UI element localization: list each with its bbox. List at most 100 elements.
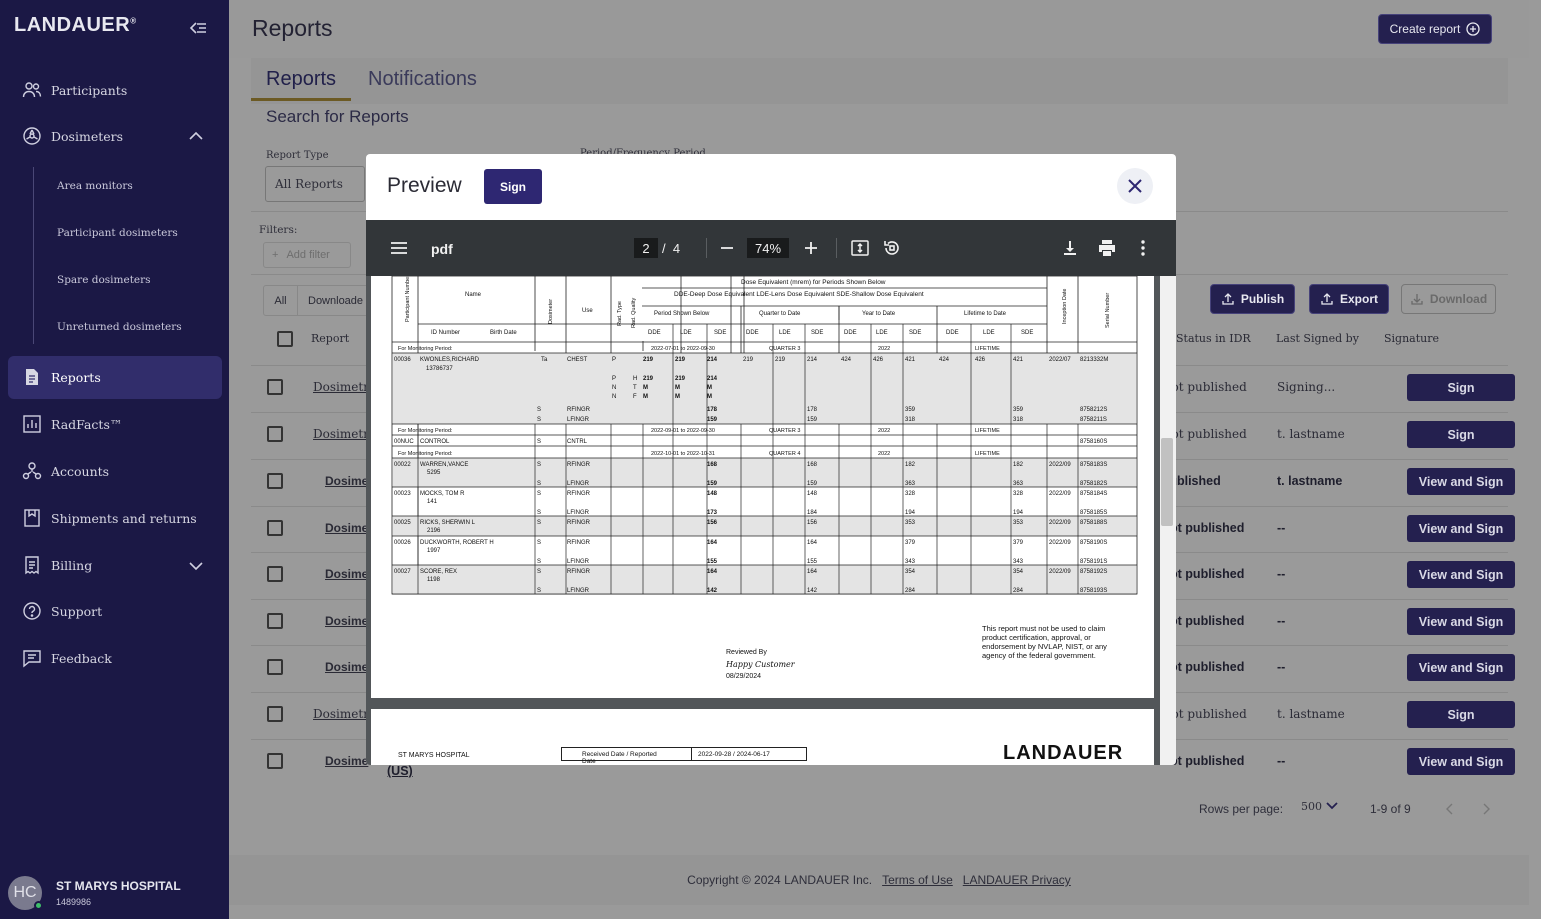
svg-text:S: S: [537, 481, 541, 487]
previous-page-icon[interactable]: [1445, 803, 1455, 815]
doc-dosimeter-type: S: [537, 520, 541, 526]
nav-reports[interactable]: Reports: [22, 367, 101, 387]
report-link[interactable]: Dosime: [325, 614, 368, 628]
user-account[interactable]: HC ST MARYS HOSPITAL 1489986: [8, 876, 181, 910]
select-all-checkbox[interactable]: [277, 331, 293, 347]
row-checkbox[interactable]: [267, 520, 283, 536]
nav-participants[interactable]: Participants: [22, 80, 127, 100]
report-link[interactable]: Dosime: [325, 754, 368, 768]
doc-cell: Participant Number: [405, 276, 411, 322]
next-page-icon[interactable]: [1481, 803, 1491, 815]
terms-link[interactable]: Terms of Use: [882, 873, 953, 887]
chevron-up-icon[interactable]: [188, 128, 204, 144]
svg-text:M: M: [707, 394, 712, 400]
view-and-sign-button[interactable]: View and Sign: [1407, 748, 1515, 775]
doc-cell: 8758188S: [1080, 520, 1107, 526]
svg-text:159: 159: [707, 481, 718, 487]
col-signature[interactable]: Signature: [1384, 332, 1439, 345]
sign-button[interactable]: Sign: [1407, 701, 1515, 728]
report-link[interactable]: Dosime: [325, 474, 368, 488]
nav-support[interactable]: Support: [22, 601, 102, 621]
svg-text:219: 219: [675, 376, 686, 382]
accounts-icon: [22, 462, 42, 480]
nav-participant-dosimeters[interactable]: Participant dosimeters: [57, 227, 178, 239]
nav-accounts[interactable]: Accounts: [22, 461, 109, 481]
svg-text:379: 379: [905, 540, 916, 546]
rotate-icon[interactable]: [882, 238, 902, 258]
report-link[interactable]: Dosime: [325, 660, 368, 674]
row-checkbox[interactable]: [267, 706, 283, 722]
svg-text:159: 159: [707, 417, 718, 423]
report-link[interactable]: Dosime: [325, 567, 368, 581]
nav-unreturned-dosimeters[interactable]: Unreturned dosimeters: [57, 321, 182, 333]
col-last-signed[interactable]: Last Signed by: [1276, 332, 1359, 345]
report-link[interactable]: Dosime: [325, 521, 368, 535]
view-and-sign-button[interactable]: View and Sign: [1407, 468, 1515, 495]
view-and-sign-button[interactable]: View and Sign: [1407, 515, 1515, 542]
doc-cell: DUCKWORTH, ROBERT H: [420, 540, 494, 546]
tab-notifications[interactable]: Notifications: [368, 68, 477, 91]
print-icon[interactable]: [1097, 238, 1117, 258]
pdf-scrollbar-thumb[interactable]: [1161, 438, 1173, 526]
more-options-icon[interactable]: [1133, 238, 1153, 258]
zoom-in-icon[interactable]: [801, 238, 821, 258]
report-type-select[interactable]: All Reports: [265, 166, 365, 202]
download-icon[interactable]: [1060, 238, 1080, 258]
row-checkbox[interactable]: [267, 659, 283, 675]
download-button[interactable]: Download: [1401, 284, 1496, 314]
row-checkbox[interactable]: [267, 426, 283, 442]
row-checkbox[interactable]: [267, 473, 283, 489]
doc-cell: 148 184: [807, 491, 818, 516]
segment-downloaded[interactable]: Downloade: [298, 286, 363, 315]
row-checkbox[interactable]: [267, 613, 283, 629]
doc-cell: 00022: [394, 462, 411, 468]
chevron-down-icon[interactable]: [188, 558, 204, 574]
svg-text:RFINGR: RFINGR: [567, 491, 591, 497]
nav-shipments[interactable]: Shipments and returns: [22, 508, 197, 528]
view-and-sign-button[interactable]: View and Sign: [1407, 654, 1515, 681]
row-checkbox[interactable]: [267, 566, 283, 582]
publish-button[interactable]: Publish: [1210, 284, 1295, 314]
row-checkbox[interactable]: [267, 379, 283, 395]
doc-cell: 426: [975, 357, 986, 363]
menu-icon[interactable]: [389, 238, 409, 258]
nav-feedback[interactable]: Feedback: [22, 648, 112, 668]
doc-cell: Dosimeter: [548, 299, 554, 324]
collapse-sidebar-icon[interactable]: [188, 18, 208, 38]
privacy-link[interactable]: LANDAUER Privacy: [963, 873, 1071, 887]
create-report-button[interactable]: Create report: [1378, 14, 1492, 44]
close-button[interactable]: [1117, 168, 1153, 204]
close-icon: [1128, 179, 1142, 193]
tab-reports[interactable]: Reports: [266, 68, 336, 91]
fit-page-icon[interactable]: [850, 238, 870, 258]
sign-button[interactable]: Sign: [1407, 374, 1515, 401]
col-status[interactable]: Status in IDR: [1176, 332, 1251, 345]
view-and-sign-button[interactable]: View and Sign: [1407, 561, 1515, 588]
export-button[interactable]: Export: [1309, 284, 1389, 314]
sign-button[interactable]: Sign: [484, 169, 542, 204]
nav-billing[interactable]: Billing: [22, 555, 92, 575]
add-filter-button[interactable]: + Add filter: [263, 242, 351, 268]
row-shade: [393, 458, 1136, 487]
nav-radfacts[interactable]: RadFacts™: [22, 414, 122, 434]
doc-cell: 379 343: [905, 540, 916, 565]
export-label: Export: [1339, 292, 1378, 306]
zoom-input[interactable]: 74%: [747, 238, 789, 258]
row-shade: [393, 565, 1136, 594]
segment-all[interactable]: All: [264, 286, 298, 315]
doc-cell: LDE: [876, 330, 888, 336]
nav-area-monitors[interactable]: Area monitors: [57, 180, 133, 192]
nav-dosimeters[interactable]: Dosimeters: [22, 126, 123, 146]
svg-text:RFINGR: RFINGR: [567, 520, 591, 526]
zoom-out-icon[interactable]: [717, 238, 737, 258]
rows-per-page-select[interactable]: 500: [1301, 800, 1338, 813]
row-checkbox[interactable]: [267, 753, 283, 769]
doc-cell: Birth Date: [490, 330, 517, 336]
doc-cell: 00026: [394, 540, 411, 546]
col-report[interactable]: Report: [311, 332, 349, 345]
sign-button[interactable]: Sign: [1407, 421, 1515, 448]
page-number-input[interactable]: 2: [634, 238, 658, 258]
nav-spare-dosimeters[interactable]: Spare dosimeters: [57, 274, 151, 286]
view-and-sign-button[interactable]: View and Sign: [1407, 608, 1515, 635]
report-link-suffix[interactable]: (US): [387, 764, 413, 778]
